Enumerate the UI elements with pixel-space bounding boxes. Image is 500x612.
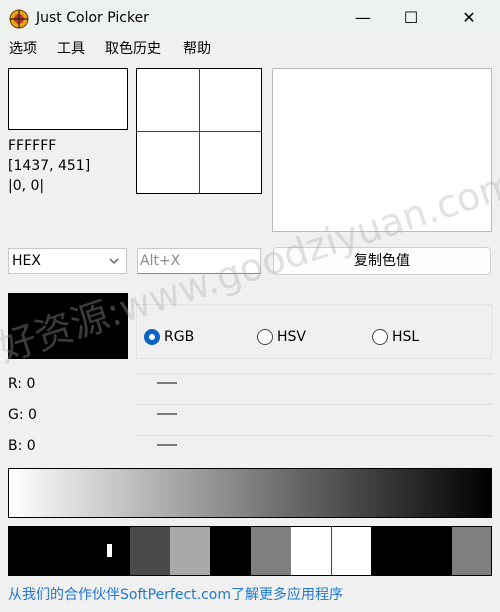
chevron-down-icon [109, 258, 119, 264]
current-color-swatch [8, 293, 128, 359]
gradient-bar[interactable] [8, 468, 492, 518]
history-swatch[interactable] [210, 527, 251, 575]
cursor-coordinates: [1437, 451] [8, 158, 91, 174]
minimize-button[interactable]: — [340, 6, 386, 30]
history-swatch[interactable] [331, 527, 371, 575]
history-swatch[interactable] [291, 527, 331, 575]
close-button[interactable]: ✕ [446, 6, 492, 30]
picked-color-preview [8, 68, 128, 130]
radio-rgb[interactable] [144, 329, 160, 345]
channel-b-label: B: 0 [8, 438, 36, 454]
app-icon [9, 9, 29, 29]
history-marker [107, 544, 112, 557]
radio-rgb-label: RGB [164, 329, 195, 345]
menu-tools[interactable]: 工具 [57, 40, 85, 58]
radio-hsl[interactable] [372, 329, 388, 345]
radio-hsv[interactable] [257, 329, 273, 345]
menu-options[interactable]: 选项 [9, 40, 37, 58]
menu-help[interactable]: 帮助 [183, 40, 211, 58]
hex-value: FFFFFF [8, 138, 57, 154]
separator [136, 435, 492, 436]
radio-hsl-label: HSL [392, 329, 420, 345]
menu-color-history[interactable]: 取色历史 [105, 40, 161, 58]
history-swatch[interactable] [251, 527, 291, 575]
history-swatch[interactable] [371, 527, 452, 575]
format-select-value: HEX [12, 253, 41, 269]
separator [136, 373, 492, 374]
channel-r-slider[interactable] [157, 382, 177, 384]
radio-hsv-label: HSV [277, 329, 306, 345]
channel-g-label: G: 0 [8, 407, 37, 423]
copy-color-button[interactable]: 复制色值 [273, 247, 491, 275]
magnifier [136, 68, 262, 194]
maximize-button[interactable]: ☐ [388, 6, 434, 30]
cursor-offset: |0, 0| [8, 178, 45, 194]
history-swatch[interactable] [452, 527, 491, 575]
zoom-preview-area [272, 68, 492, 232]
window-title: Just Color Picker [36, 10, 149, 26]
channel-g-slider[interactable] [157, 413, 177, 415]
channel-b-slider[interactable] [157, 444, 177, 446]
color-history-strip[interactable] [8, 526, 492, 576]
separator [136, 404, 492, 405]
history-swatch[interactable] [170, 527, 210, 575]
hotkey-value: Alt+X [140, 253, 181, 269]
partner-link[interactable]: 从我们的合作伙伴SoftPerfect.com了解更多应用程序 [8, 586, 343, 604]
crosshair-horizontal [137, 131, 261, 132]
channel-r-label: R: 0 [8, 376, 36, 392]
history-swatch[interactable] [130, 527, 170, 575]
